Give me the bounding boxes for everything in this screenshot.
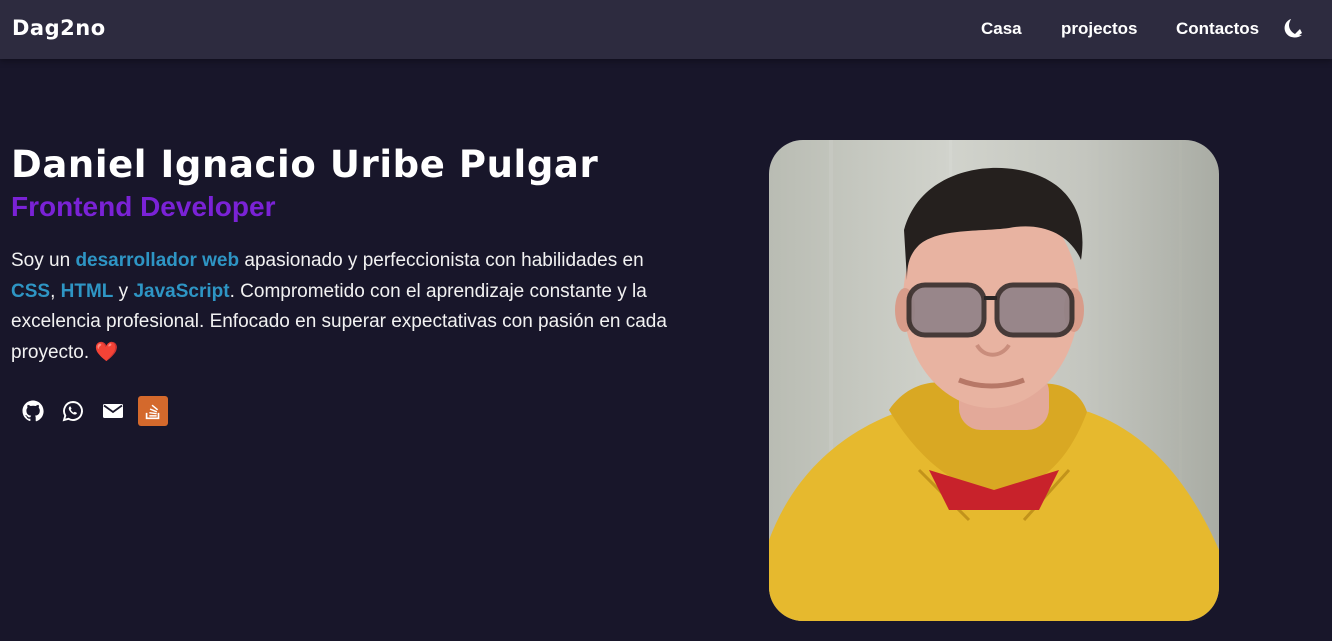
- profile-photo: [769, 140, 1219, 621]
- github-link[interactable]: [18, 396, 48, 426]
- nav-link-projectos[interactable]: projectos: [1061, 19, 1138, 39]
- bio-highlight-css: CSS: [11, 280, 51, 302]
- heart-icon: ❤️: [94, 341, 119, 363]
- stackoverflow-icon: [145, 404, 160, 420]
- nav-link-contactos[interactable]: Contactos: [1176, 19, 1259, 39]
- navbar: Dag2no Casa projectos Contactos: [0, 0, 1332, 59]
- bio-text: apasionado y perfeccionista con habilida…: [239, 250, 644, 271]
- bio-text: ,: [50, 280, 61, 302]
- bio-text: y: [113, 280, 134, 302]
- bio-highlight-javascript: JavaScript: [133, 280, 230, 302]
- profile-portrait: [769, 140, 1219, 621]
- moon-icon: [1284, 19, 1302, 38]
- github-icon: [22, 400, 44, 422]
- bio-highlight-html: HTML: [60, 280, 114, 302]
- whatsapp-icon: [62, 401, 83, 422]
- mail-icon: [103, 404, 123, 418]
- theme-toggle-button[interactable]: [1280, 16, 1306, 42]
- bio-text: Soy un: [11, 250, 76, 271]
- stackoverflow-link[interactable]: [138, 396, 168, 426]
- hero-role: Frontend Developer: [11, 191, 276, 222]
- bio-paragraph: Soy un desarrollador web apasionado y pe…: [11, 246, 671, 368]
- nav-link-casa[interactable]: Casa: [981, 19, 1022, 39]
- brand-logo[interactable]: Dag2no: [12, 16, 106, 40]
- whatsapp-link[interactable]: [58, 396, 88, 426]
- hero-name: Daniel Ignacio Uribe Pulgar: [11, 143, 599, 186]
- mail-link[interactable]: [98, 396, 128, 426]
- bio-highlight-web: desarrollador web: [75, 250, 240, 271]
